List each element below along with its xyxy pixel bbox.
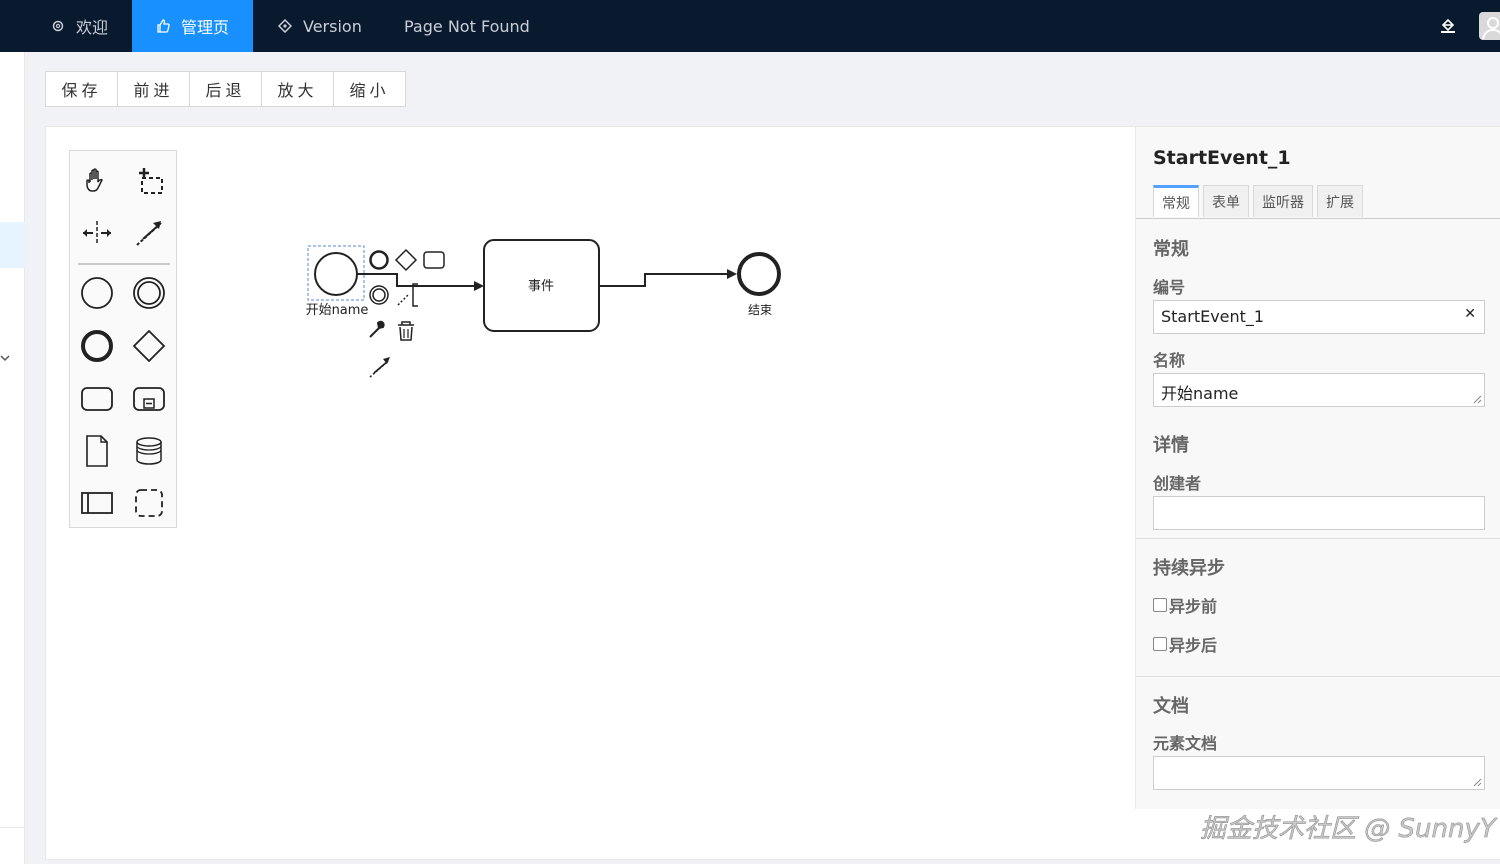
hand-tool-icon[interactable] (77, 161, 117, 201)
nav-item-label: Version (303, 16, 362, 36)
doc-field[interactable] (1153, 756, 1485, 790)
palette-separator (78, 263, 170, 265)
context-pad (369, 248, 445, 378)
clear-icon[interactable]: ✕ (1464, 306, 1476, 322)
sidebar-selected-item[interactable] (0, 222, 25, 268)
task-label: 事件 (528, 279, 554, 294)
nav-item-label: 欢迎 (76, 18, 109, 37)
lasso-tool-icon[interactable] (129, 161, 169, 201)
save-button[interactable]: 保存 (45, 71, 118, 107)
nav-item-admin[interactable]: 管理页 (132, 0, 253, 52)
gear-icon (50, 18, 66, 34)
space-tool-icon[interactable] (77, 213, 117, 253)
data-store-icon[interactable] (129, 431, 169, 471)
sequence-flow-2[interactable] (599, 273, 735, 287)
sequence-flow-1[interactable] (357, 273, 482, 287)
bpmn-diagram: 开始name 事件 结束 (306, 239, 781, 378)
zoom-out-button[interactable]: 缩小 (333, 71, 406, 107)
end-event-icon[interactable] (77, 326, 117, 366)
async-before-label: 异步前 (1169, 597, 1218, 616)
group-icon[interactable] (129, 483, 169, 523)
resize-handle-icon[interactable] (1473, 395, 1482, 404)
section-async-heading: 持续异步 (1153, 558, 1225, 579)
async-after-checkbox[interactable] (1153, 637, 1167, 651)
append-end-event-icon[interactable] (369, 250, 389, 270)
name-label: 名称 (1153, 351, 1186, 370)
start-event-label: 开始name (306, 303, 369, 318)
global-connect-tool-icon[interactable] (129, 213, 169, 253)
section-general-heading: 常规 (1153, 239, 1189, 260)
async-after-row[interactable]: 异步后 (1153, 632, 1217, 656)
subprocess-icon[interactable] (129, 379, 169, 419)
pool-icon[interactable] (77, 483, 117, 523)
properties-panel: StartEvent_1 常规 表单 监听器 扩展 常规 编号 StartEve… (1135, 127, 1500, 809)
intermediate-event-icon[interactable] (129, 273, 169, 313)
nav-item-welcome[interactable]: 欢迎 (50, 0, 108, 52)
doc-label: 元素文档 (1153, 734, 1218, 753)
zoom-in-button[interactable]: 放大 (261, 71, 334, 107)
sidebar-divider (0, 827, 25, 828)
nav-item-label: 管理页 (181, 18, 230, 37)
back-button[interactable]: 后退 (189, 71, 262, 107)
sequence-flow-arrow (727, 269, 737, 279)
paint-bucket-icon[interactable] (1437, 14, 1459, 36)
append-task-icon[interactable] (423, 251, 445, 269)
forward-button[interactable]: 前进 (117, 71, 190, 107)
section-divider (1136, 538, 1500, 539)
end-event[interactable] (737, 252, 781, 296)
start-event[interactable] (314, 252, 358, 296)
name-value: 开始name (1161, 384, 1239, 403)
top-navigation-bar: 欢迎 管理页 Version Page Not Found (0, 0, 1500, 52)
append-intermediate-event-icon[interactable] (369, 285, 389, 305)
bpmn-palette (69, 150, 177, 528)
diamond-target-icon (277, 18, 293, 34)
trash-icon[interactable] (398, 321, 414, 341)
id-field[interactable]: StartEvent_1 ✕ (1153, 300, 1485, 334)
thumbs-up-icon (155, 18, 171, 34)
async-after-label: 异步后 (1169, 636, 1218, 655)
tabs-divider (1136, 218, 1500, 219)
id-value: StartEvent_1 (1161, 307, 1265, 326)
id-label: 编号 (1153, 278, 1186, 297)
tab-listeners[interactable]: 监听器 (1253, 185, 1313, 217)
tab-form[interactable]: 表单 (1203, 185, 1249, 217)
append-gateway-icon[interactable] (394, 248, 418, 272)
name-field[interactable]: 开始name (1153, 373, 1485, 407)
section-details-heading: 详情 (1153, 435, 1189, 456)
sidebar-collapsed (0, 52, 25, 864)
async-before-row[interactable]: 异步前 (1153, 593, 1217, 617)
gateway-icon[interactable] (129, 326, 169, 366)
tab-general[interactable]: 常规 (1153, 185, 1199, 217)
user-avatar-icon[interactable] (1479, 12, 1500, 40)
chevron-down-icon[interactable] (0, 348, 12, 367)
wrench-icon[interactable] (369, 320, 385, 338)
section-doc-heading: 文档 (1153, 696, 1189, 717)
task-icon[interactable] (77, 379, 117, 419)
section-divider (1136, 676, 1500, 677)
append-text-annotation-icon[interactable] (397, 283, 418, 307)
data-object-icon[interactable] (77, 431, 117, 471)
sequence-flow-arrow (474, 281, 484, 291)
watermark: 掘金技术社区 @ SunnyY (1200, 814, 1496, 845)
resize-handle-icon[interactable] (1473, 778, 1482, 787)
tab-extensions[interactable]: 扩展 (1317, 185, 1363, 217)
connect-icon[interactable] (369, 357, 390, 378)
nav-item-label: Page Not Found (404, 16, 530, 36)
properties-tabs: 常规 表单 监听器 扩展 (1153, 185, 1367, 217)
start-event-icon[interactable] (77, 273, 117, 313)
editor-toolbar: 保存 前进 后退 放大 缩小 (45, 71, 406, 107)
properties-title: StartEvent_1 (1153, 147, 1291, 169)
initiator-label: 创建者 (1153, 474, 1202, 493)
nav-item-page-not-found[interactable]: Page Not Found (404, 0, 530, 52)
async-before-checkbox[interactable] (1153, 598, 1167, 612)
initiator-field[interactable] (1153, 496, 1485, 530)
end-event-label: 结束 (748, 303, 772, 317)
nav-item-version[interactable]: Version (277, 0, 362, 52)
